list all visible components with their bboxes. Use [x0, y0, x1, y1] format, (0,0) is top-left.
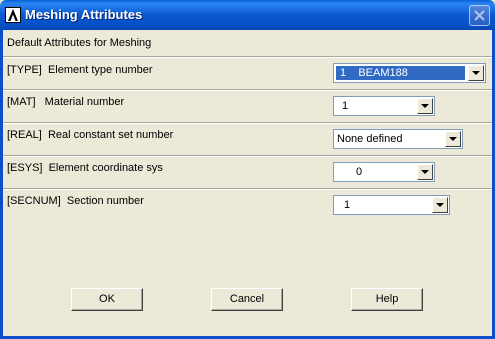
help-button[interactable]: Help — [351, 288, 423, 311]
ansys-logo-icon — [5, 7, 21, 23]
real-constant-select[interactable]: None defined — [333, 129, 463, 149]
chevron-down-icon — [421, 104, 429, 108]
material-number-value: 1 — [342, 100, 349, 112]
close-button[interactable] — [469, 5, 490, 26]
type-label: [TYPE] Element type number — [7, 64, 153, 76]
mat-label: [MAT] Material number — [7, 96, 125, 108]
section-number-dropdown-button[interactable] — [432, 197, 448, 213]
material-number-select[interactable]: 1 — [333, 96, 435, 116]
section-number-value: 1 — [344, 199, 351, 211]
chevron-down-icon — [449, 137, 457, 141]
dialog-header-label: Default Attributes for Meshing — [7, 37, 152, 49]
ok-button[interactable]: OK — [71, 288, 143, 311]
separator — [3, 155, 492, 157]
chevron-down-icon — [421, 170, 429, 174]
element-type-value: 1 BEAM188 — [335, 65, 466, 81]
esys-label: [ESYS] Element coordinate sys — [7, 162, 163, 174]
element-coordinate-select[interactable]: 0 — [333, 162, 435, 182]
title-bar[interactable]: Meshing Attributes — [0, 0, 495, 30]
cancel-button[interactable]: Cancel — [211, 288, 283, 311]
element-coordinate-value: 0 — [356, 166, 363, 178]
separator — [3, 122, 492, 124]
separator — [3, 89, 492, 91]
real-constant-dropdown-button[interactable] — [445, 131, 461, 147]
real-label: [REAL] Real constant set number — [7, 129, 174, 141]
separator — [3, 188, 492, 190]
close-icon — [474, 10, 485, 21]
chevron-down-icon — [436, 203, 444, 207]
material-number-dropdown-button[interactable] — [417, 98, 433, 114]
element-type-select[interactable]: 1 BEAM188 — [333, 63, 486, 83]
window-title: Meshing Attributes — [25, 7, 143, 22]
element-type-dropdown-button[interactable] — [468, 65, 484, 81]
element-coordinate-dropdown-button[interactable] — [417, 164, 433, 180]
secnum-label: [SECNUM] Section number — [7, 195, 144, 207]
real-constant-value: None defined — [337, 133, 403, 145]
section-number-select[interactable]: 1 — [333, 195, 450, 215]
chevron-down-icon — [472, 71, 480, 75]
separator — [3, 56, 492, 58]
